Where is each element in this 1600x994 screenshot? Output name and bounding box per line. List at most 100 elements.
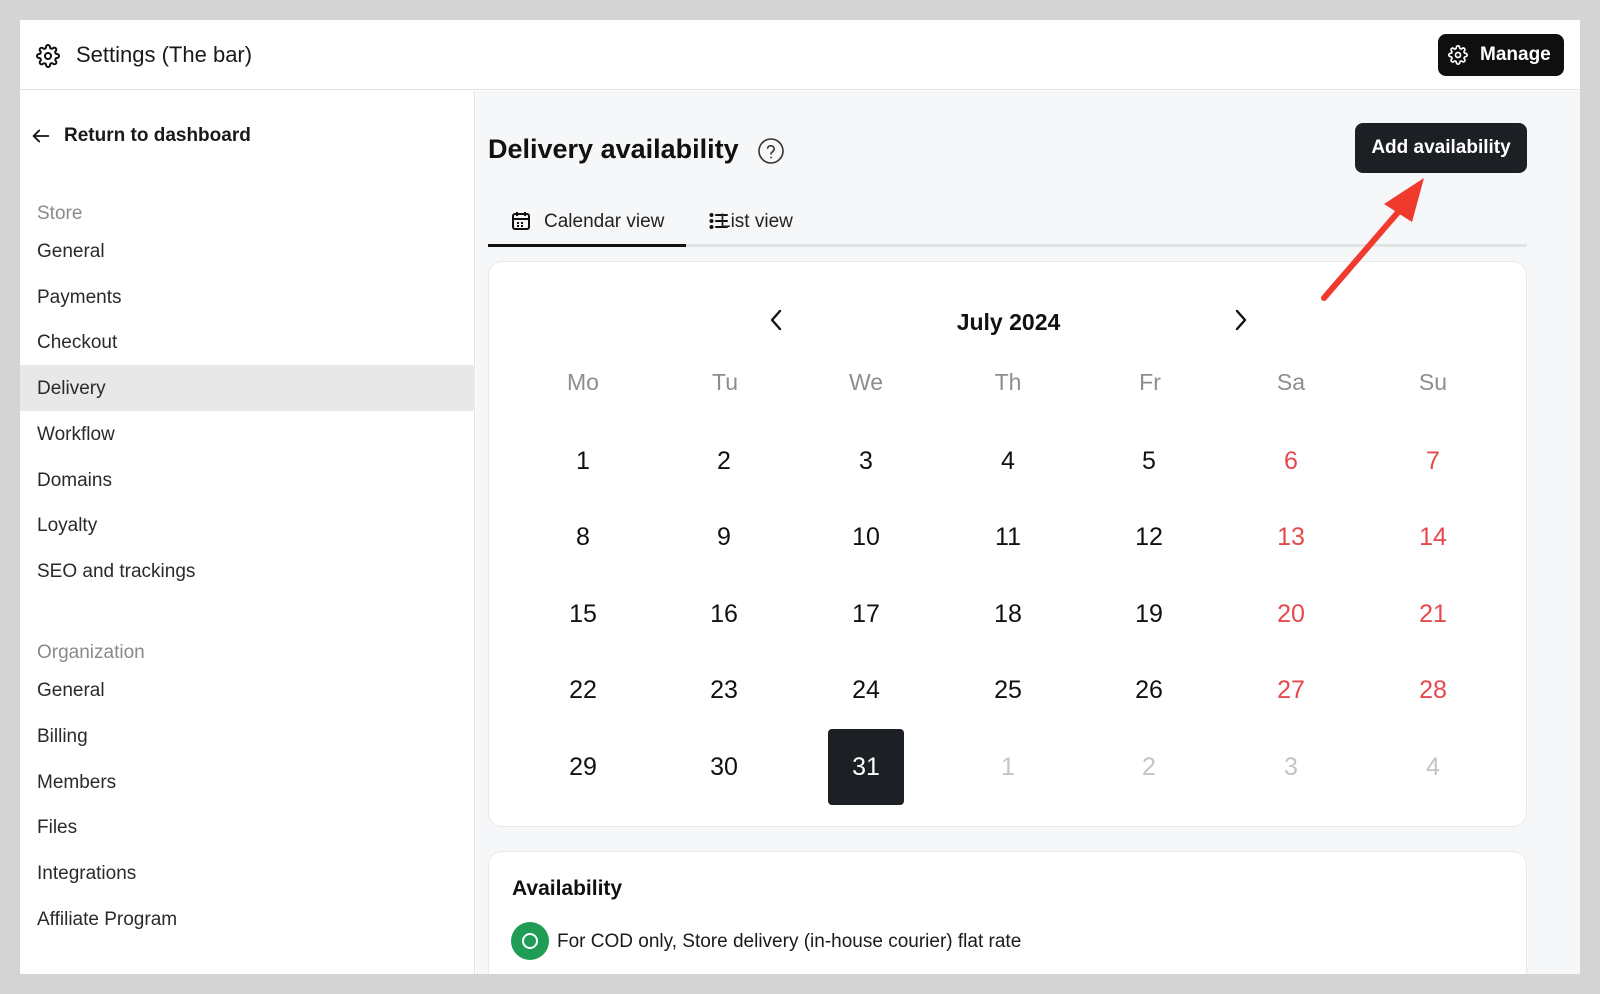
sidebar-item-label: Workflow xyxy=(37,424,115,445)
calendar-day[interactable]: 4 xyxy=(970,423,1046,499)
sidebar-item-label: Delivery xyxy=(37,378,106,399)
weekday-label: Mo xyxy=(567,369,599,395)
sidebar-item-label: Integrations xyxy=(37,863,137,884)
weekday-label: Sa xyxy=(1276,369,1306,395)
calendar-day[interactable]: 31 xyxy=(828,729,904,805)
add-availability-button[interactable]: Add availability xyxy=(1355,123,1527,173)
tab-label: Calendar view xyxy=(544,211,665,232)
tab-label: List view xyxy=(720,211,793,232)
calendar-day[interactable]: 3 xyxy=(1253,729,1329,805)
chevron-right-icon[interactable] xyxy=(1229,306,1253,334)
weekday-label: Tu xyxy=(712,369,738,395)
calendar-day[interactable]: 28 xyxy=(1395,652,1471,728)
availability-item-label: For COD only, Store delivery (in-house c… xyxy=(557,931,1022,952)
calendar-day[interactable]: 8 xyxy=(545,499,621,575)
weekday-label: Su xyxy=(1418,369,1448,395)
calendar-day[interactable]: 10 xyxy=(828,499,904,575)
calendar-day[interactable]: 22 xyxy=(545,652,621,728)
main-content: Delivery availability Add availability C… xyxy=(476,91,1580,974)
calendar-day[interactable]: 18 xyxy=(970,576,1046,652)
top-bar: Settings (The bar) Manage xyxy=(20,20,1580,90)
sidebar-item-general[interactable]: General xyxy=(20,228,475,274)
arrow-left-icon xyxy=(32,129,50,143)
sidebar-item-delivery[interactable]: Delivery xyxy=(20,365,475,411)
weekday-label: Th xyxy=(994,369,1022,395)
sidebar-item-label: SEO and trackings xyxy=(37,561,196,582)
sidebar-item-label: Files xyxy=(37,817,78,838)
manage-button[interactable]: Manage xyxy=(1438,34,1564,76)
sidebar: Return to dashboard Store General Paymen… xyxy=(20,91,475,974)
sidebar-item-label: General xyxy=(37,241,105,262)
sidebar-item-loyalty[interactable]: Loyalty xyxy=(20,502,475,548)
sidebar-item-label: Loyalty xyxy=(37,515,98,536)
calendar-day[interactable]: 20 xyxy=(1253,576,1329,652)
calendar-day[interactable]: 5 xyxy=(1111,423,1187,499)
sidebar-item-label: Members xyxy=(37,772,117,793)
sidebar-item-label: General xyxy=(37,680,105,701)
help-icon[interactable] xyxy=(757,137,785,165)
calendar-day[interactable]: 17 xyxy=(828,576,904,652)
tab-calendar-view[interactable]: Calendar view xyxy=(488,195,686,247)
calendar-day[interactable]: 1 xyxy=(970,729,1046,805)
sidebar-item-integrations[interactable]: Integrations xyxy=(20,850,475,896)
calendar-day[interactable]: 19 xyxy=(1111,576,1187,652)
calendar-day[interactable]: 1 xyxy=(545,423,621,499)
calendar-day[interactable]: 3 xyxy=(828,423,904,499)
calendar-day[interactable]: 13 xyxy=(1253,499,1329,575)
sidebar-item-label: Billing xyxy=(37,726,88,747)
calendar-day[interactable]: 16 xyxy=(686,576,762,652)
calendar-day[interactable]: 14 xyxy=(1395,499,1471,575)
calendar-day[interactable]: 9 xyxy=(686,499,762,575)
sidebar-item-members[interactable]: Members xyxy=(20,759,475,805)
view-tabs: Calendar view List view xyxy=(488,195,1527,247)
calendar-day[interactable]: 7 xyxy=(1395,423,1471,499)
calendar-day[interactable]: 2 xyxy=(686,423,762,499)
calendar-day[interactable]: 23 xyxy=(686,652,762,728)
calendar-day[interactable]: 26 xyxy=(1111,652,1187,728)
active-tab-underline xyxy=(488,244,686,247)
settings-window: Settings (The bar) Manage Return to dash… xyxy=(20,20,1580,974)
weekday-label: We xyxy=(848,369,884,395)
sidebar-item-seo[interactable]: SEO and trackings xyxy=(20,548,475,594)
availability-item[interactable]: For COD only, Store delivery (in-house c… xyxy=(511,922,1211,962)
sidebar-item-label: Checkout xyxy=(37,332,118,353)
calendar-day[interactable]: 21 xyxy=(1395,576,1471,652)
tab-list-view[interactable]: List view xyxy=(686,195,846,247)
calendar-day[interactable]: 15 xyxy=(545,576,621,652)
section-label-organization: Organization xyxy=(37,642,145,663)
gear-icon xyxy=(36,44,60,68)
calendar-day[interactable]: 6 xyxy=(1253,423,1329,499)
availability-title: Availability xyxy=(512,877,623,900)
calendar-day[interactable]: 27 xyxy=(1253,652,1329,728)
calendar-day[interactable]: 24 xyxy=(828,652,904,728)
calendar-day[interactable]: 29 xyxy=(545,729,621,805)
sidebar-item-workflow[interactable]: Workflow xyxy=(20,411,475,457)
return-label: Return to dashboard xyxy=(64,125,251,146)
sidebar-item-domains[interactable]: Domains xyxy=(20,457,475,503)
sidebar-item-label: Affiliate Program xyxy=(37,909,178,930)
gear-icon xyxy=(1448,45,1468,65)
sidebar-item-org-general[interactable]: General xyxy=(20,667,475,713)
page-header-title: Settings (The bar) xyxy=(76,42,253,67)
calendar-icon xyxy=(512,212,530,230)
sidebar-item-payments[interactable]: Payments xyxy=(20,274,475,320)
calendar-day[interactable]: 2 xyxy=(1111,729,1187,805)
sidebar-item-billing[interactable]: Billing xyxy=(20,713,475,759)
section-label-store: Store xyxy=(37,203,83,224)
sidebar-item-label: Domains xyxy=(37,470,112,491)
sidebar-item-checkout[interactable]: Checkout xyxy=(20,319,475,365)
calendar-day[interactable]: 11 xyxy=(970,499,1046,575)
calendar-card: July 2024 Mo Tu We Th Fr Sa Su 123456789… xyxy=(488,261,1527,827)
availability-card: Availability For COD only, Store deliver… xyxy=(488,851,1527,974)
status-circle-icon xyxy=(511,922,549,960)
calendar-day[interactable]: 4 xyxy=(1395,729,1471,805)
manage-label: Manage xyxy=(1480,44,1551,65)
sidebar-item-affiliate[interactable]: Affiliate Program xyxy=(20,896,475,942)
calendar-day[interactable]: 25 xyxy=(970,652,1046,728)
calendar-day[interactable]: 30 xyxy=(686,729,762,805)
page-title: Delivery availability xyxy=(488,134,739,164)
sidebar-item-label: Payments xyxy=(37,287,122,308)
calendar-day[interactable]: 12 xyxy=(1111,499,1187,575)
sidebar-item-files[interactable]: Files xyxy=(20,804,475,850)
month-label: July 2024 xyxy=(956,309,1061,335)
